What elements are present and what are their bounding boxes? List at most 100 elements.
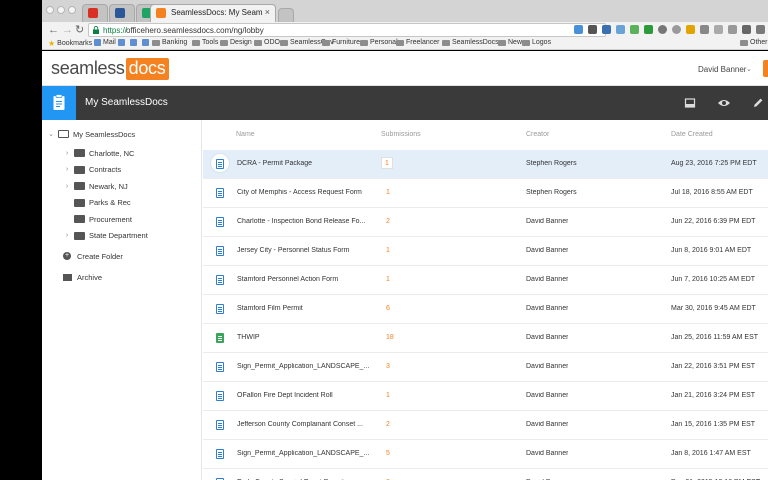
bookmark-label: Other — [750, 39, 768, 46]
sidebar-folder[interactable]: Procurement — [63, 212, 132, 226]
table-row[interactable]: Jersey City - Personnel Status Form 1 Davi… — [203, 237, 768, 266]
extension-icon[interactable] — [574, 25, 583, 34]
bookmark-item[interactable]: ODO — [254, 39, 280, 46]
bookmark-item[interactable] — [130, 39, 137, 46]
column-header-creator[interactable]: Creator — [526, 131, 549, 138]
document-icon — [216, 391, 224, 401]
chevron-right-icon[interactable]: › — [63, 183, 71, 190]
pencil-icon[interactable] — [751, 96, 765, 110]
seamlessdocs-icon — [156, 8, 166, 18]
table-row[interactable]: Sign_Permit_Application_LANDSCAPE_... 5 Da… — [203, 440, 768, 469]
extension-icon[interactable] — [616, 25, 625, 34]
extension-icon[interactable] — [658, 25, 667, 34]
extension-icon[interactable] — [742, 25, 751, 34]
bookmark-item[interactable] — [118, 39, 125, 46]
document-icon — [216, 333, 224, 343]
extension-icon[interactable] — [672, 25, 681, 34]
forward-icon[interactable]: → — [62, 23, 73, 37]
table-row[interactable]: Sign_Permit_Application_LANDSCAPE_... 3 Da… — [203, 353, 768, 382]
new-tab-button[interactable] — [278, 8, 294, 22]
sidebar-folder[interactable]: › Charlotte, NC — [63, 146, 135, 160]
folder-icon — [498, 39, 506, 46]
table-row[interactable]: Charlotte - Inspection Bond Release Fo..… — [203, 208, 768, 237]
extension-icon[interactable] — [644, 25, 653, 34]
bookmark-icon — [142, 39, 149, 46]
browser-tab[interactable]: SeamlessDocs: My SeamlessD× — [150, 4, 276, 22]
seamlessdocs-logo[interactable]: seamless docs — [51, 58, 170, 80]
sidebar-folder[interactable]: › Newark, NJ — [63, 179, 128, 193]
table-row[interactable]: Stamford Personnel Action Form 1 David Ban… — [203, 266, 768, 295]
close-icon[interactable]: × — [265, 7, 270, 17]
window-zoom-dot[interactable] — [68, 6, 76, 14]
extension-icon[interactable] — [686, 25, 695, 34]
back-icon[interactable]: ← — [48, 23, 59, 37]
folder-root[interactable]: ⌄ My SeamlessDocs — [47, 127, 135, 141]
window-close-dot[interactable] — [46, 6, 54, 14]
bookmark-item[interactable]: Mail — [94, 39, 116, 46]
column-header-submissions[interactable]: Submissions — [381, 131, 421, 138]
folder-icon — [360, 39, 368, 46]
bookmark-item[interactable]: Logos — [522, 39, 551, 46]
create-folder-button[interactable]: + Create Folder — [63, 249, 123, 263]
extension-icon[interactable] — [728, 25, 737, 34]
sidebar-folder[interactable]: › State Department — [63, 229, 148, 243]
bookmark-item[interactable]: Other — [740, 39, 768, 46]
bookmark-item[interactable]: Furniture — [322, 39, 360, 46]
sidebar-folder[interactable]: Parks & Rec — [63, 196, 131, 210]
extension-icon[interactable] — [714, 25, 723, 34]
chevron-down-icon[interactable]: ⌄ — [47, 130, 55, 138]
user-menu[interactable]: David Banner — [698, 65, 746, 74]
table-row[interactable]: Early County Special Event Permit...2Dav… — [203, 469, 768, 480]
document-icon — [216, 420, 224, 430]
help-tab[interactable] — [763, 60, 768, 77]
extension-icon[interactable] — [602, 25, 611, 34]
chevron-right-icon[interactable]: › — [63, 166, 71, 173]
screen: SeamlessDocs: My SeamlessD× ← → ↻ https:… — [0, 0, 768, 480]
submission-count: 1 — [381, 157, 393, 169]
bookmark-item[interactable]: Design — [220, 39, 252, 46]
chevron-right-icon[interactable]: › — [63, 232, 71, 239]
bookmark-item[interactable] — [142, 39, 149, 46]
bookmarks-bar: ★ Bookmarks Mail Banking Tools Design ODO Seaml… — [42, 38, 768, 50]
window-minimize-dot[interactable] — [57, 6, 65, 14]
document-name: OFallon Fire Dept Incident Roll — [237, 392, 333, 399]
bookmark-item[interactable]: SeamlessDocs — [442, 39, 499, 46]
inbox-icon[interactable] — [683, 96, 697, 110]
folder-label: Procurement — [89, 214, 132, 224]
browser-tab[interactable] — [82, 4, 108, 22]
document-name: Jefferson County Complainant Conset ... — [237, 421, 363, 428]
folder-icon — [74, 182, 85, 190]
address-bar[interactable]: https:// officehero.seamlessdocs.com/ng/… — [88, 23, 606, 37]
chevron-down-icon[interactable]: ⌄ — [746, 65, 752, 73]
bookmark-item[interactable]: Freelancer — [396, 39, 439, 46]
table-row[interactable]: City of Memphis - Access Request Form 1 St… — [203, 179, 768, 208]
folder-icon — [74, 149, 85, 157]
archive-link[interactable]: Archive — [63, 270, 102, 284]
table-row[interactable]: DCRA - Permit Package 1 Stephen Rogers Aug … — [203, 150, 768, 179]
table-row[interactable]: THWIP 18 David Banner Jan 25, 2016 11:59 AM… — [203, 324, 768, 353]
submission-count: 1 — [386, 392, 390, 399]
bookmark-item[interactable]: Tools — [192, 39, 218, 46]
bookmark-item[interactable]: Banking — [152, 39, 187, 46]
sidebar-folder[interactable]: › Contracts — [63, 163, 121, 177]
submission-count: 18 — [386, 334, 394, 341]
extension-icon[interactable] — [630, 25, 639, 34]
browser-tab[interactable] — [109, 4, 135, 22]
bookmark-item[interactable]: ★ Bookmarks — [48, 39, 92, 48]
chevron-right-icon[interactable]: › — [63, 150, 71, 157]
bookmark-item[interactable]: Personal — [360, 39, 398, 46]
table-row[interactable]: Jefferson County Complainant Conset ... 2… — [203, 411, 768, 440]
table-row[interactable]: OFallon Fire Dept Incident Roll 1 David Ba… — [203, 382, 768, 411]
folder-icon — [396, 39, 404, 46]
bookmark-label: Banking — [162, 39, 188, 46]
table-row[interactable]: Stamford Film Permit 6 David Banner Mar 30,… — [203, 295, 768, 324]
reload-icon[interactable]: ↻ — [75, 23, 84, 37]
extension-icon[interactable] — [756, 25, 765, 34]
document-name: Jersey City - Personnel Status Form — [237, 247, 350, 254]
extension-icon[interactable] — [588, 25, 597, 34]
extension-icon[interactable] — [700, 25, 709, 34]
eye-icon[interactable] — [717, 96, 731, 110]
folder-icon — [740, 39, 748, 46]
column-header-date[interactable]: Date Created — [671, 131, 713, 138]
column-header-name[interactable]: Name — [236, 131, 255, 138]
